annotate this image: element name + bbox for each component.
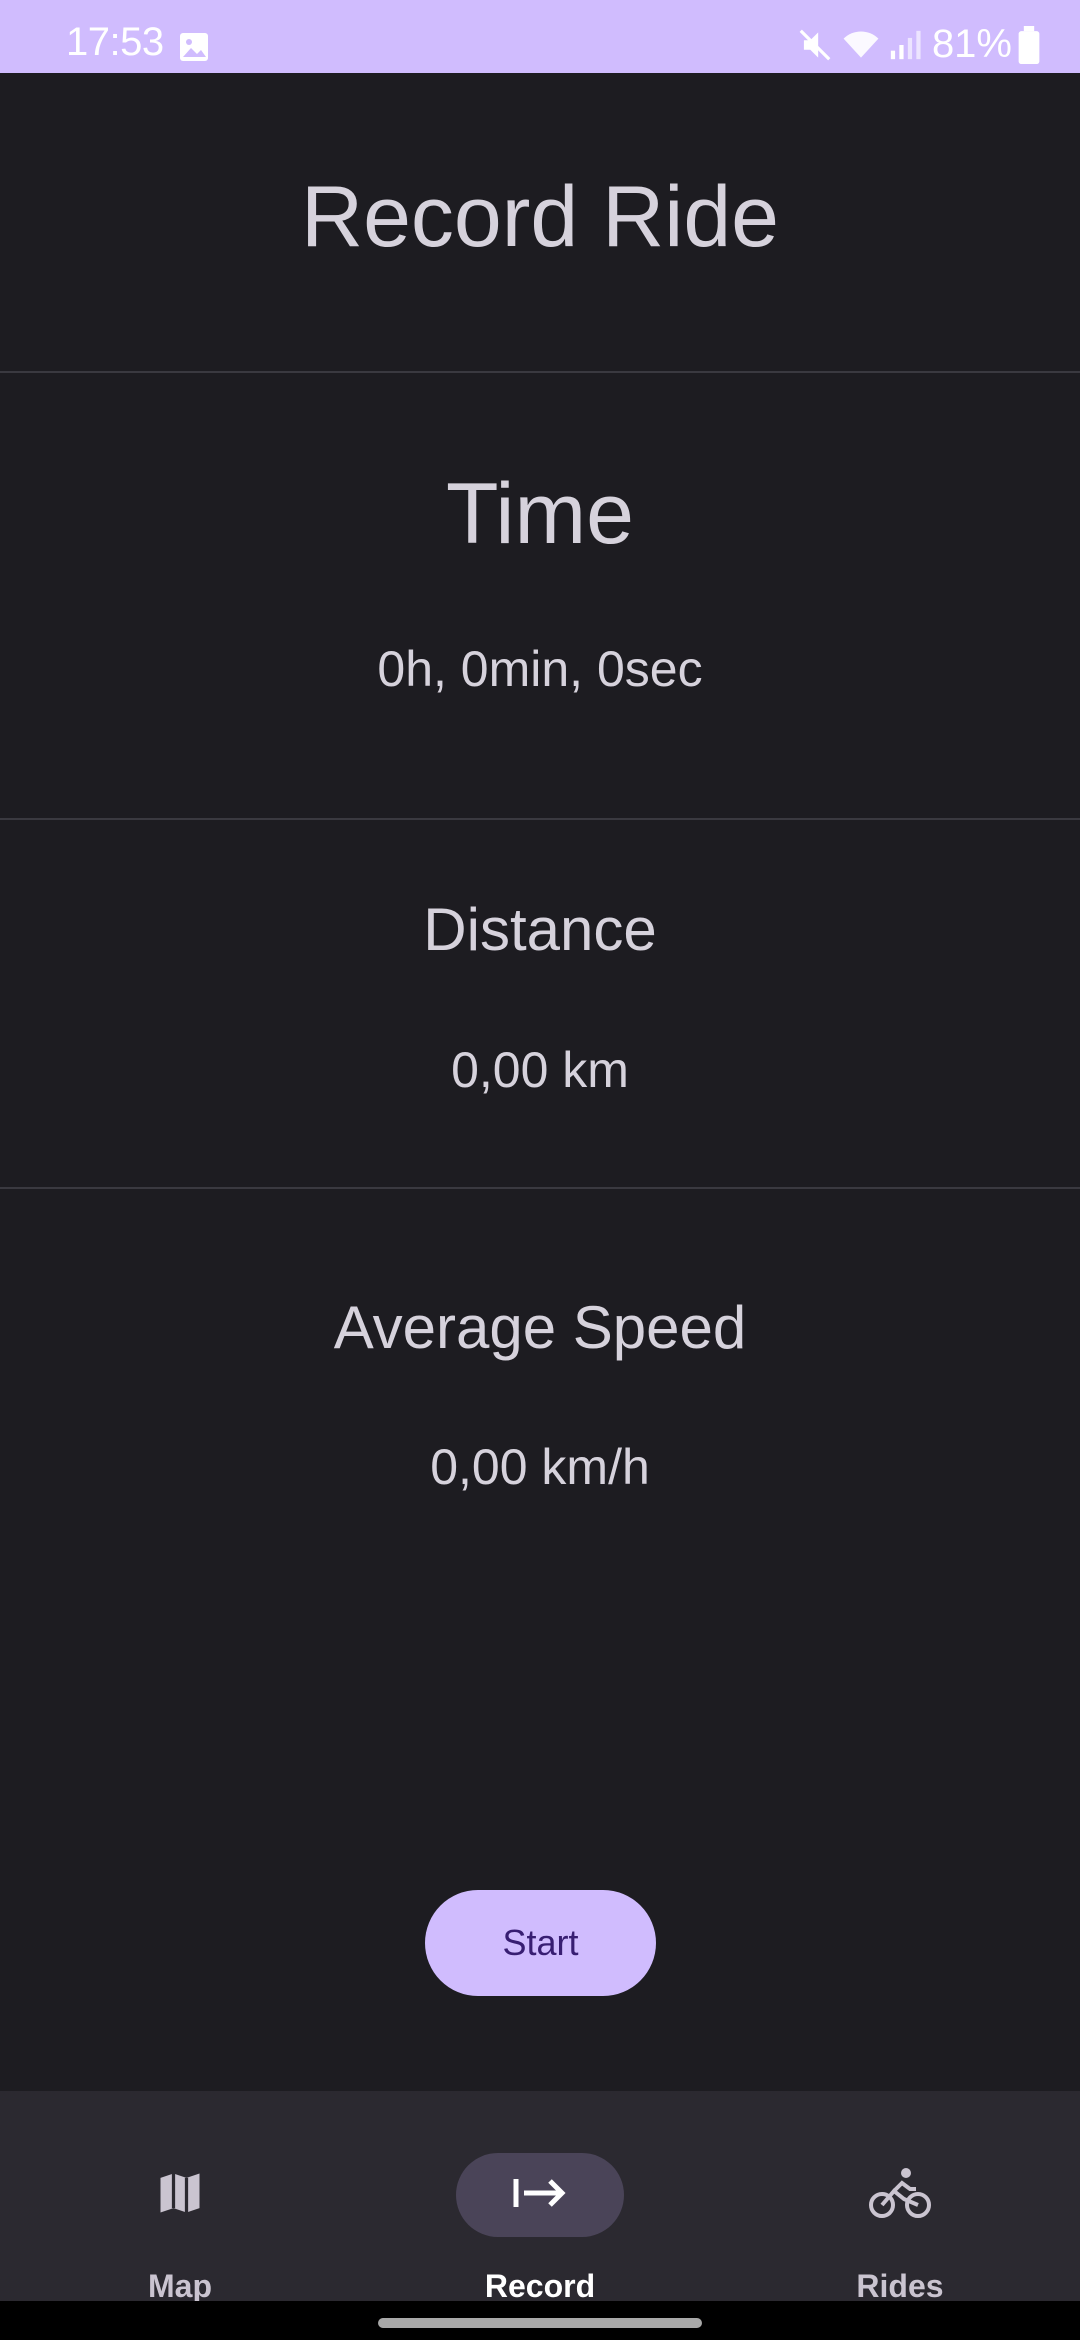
bottom-navigation: Map Record Rides [0, 2091, 1080, 2304]
divider [0, 818, 1080, 820]
signal-icon [888, 26, 922, 64]
wifi-icon [840, 26, 882, 64]
status-bar: 17:53 81% [0, 0, 1080, 73]
distance-label: Distance [423, 896, 657, 963]
mute-icon [796, 26, 834, 64]
start-button[interactable]: Start [425, 1890, 656, 1996]
map-icon [154, 2167, 206, 2224]
average-speed-value: 0,00 km/h [430, 1439, 650, 1495]
battery-icon [1018, 25, 1040, 64]
nav-item-record[interactable]: Record [440, 2121, 640, 2304]
nav-item-rides[interactable]: Rides [800, 2121, 1000, 2304]
nav-label-map: Map [148, 2268, 212, 2304]
time-value: 0h, 0min, 0sec [377, 641, 703, 697]
bicycle-icon [868, 2165, 932, 2226]
status-time: 17:53 [66, 20, 164, 64]
battery-percent: 81% [931, 22, 1012, 66]
distance-value: 0,00 km [451, 1042, 629, 1098]
nav-active-indicator [456, 2153, 624, 2237]
time-label: Time [446, 466, 634, 562]
average-speed-label: Average Speed [333, 1294, 747, 1361]
gallery-icon [178, 31, 210, 63]
divider [0, 1187, 1080, 1189]
nav-label-record: Record [484, 2268, 596, 2304]
status-icons: 81% [796, 22, 1040, 67]
nav-indicator [96, 2153, 264, 2237]
divider [0, 371, 1080, 373]
nav-indicator [816, 2153, 984, 2237]
arrow-right-to-line-icon [510, 2173, 570, 2218]
nav-label-rides: Rides [856, 2268, 944, 2304]
page-title: Record Ride [301, 169, 779, 265]
gesture-bar-area [0, 2301, 1080, 2340]
nav-item-map[interactable]: Map [80, 2121, 280, 2304]
gesture-handle[interactable] [378, 2318, 702, 2328]
